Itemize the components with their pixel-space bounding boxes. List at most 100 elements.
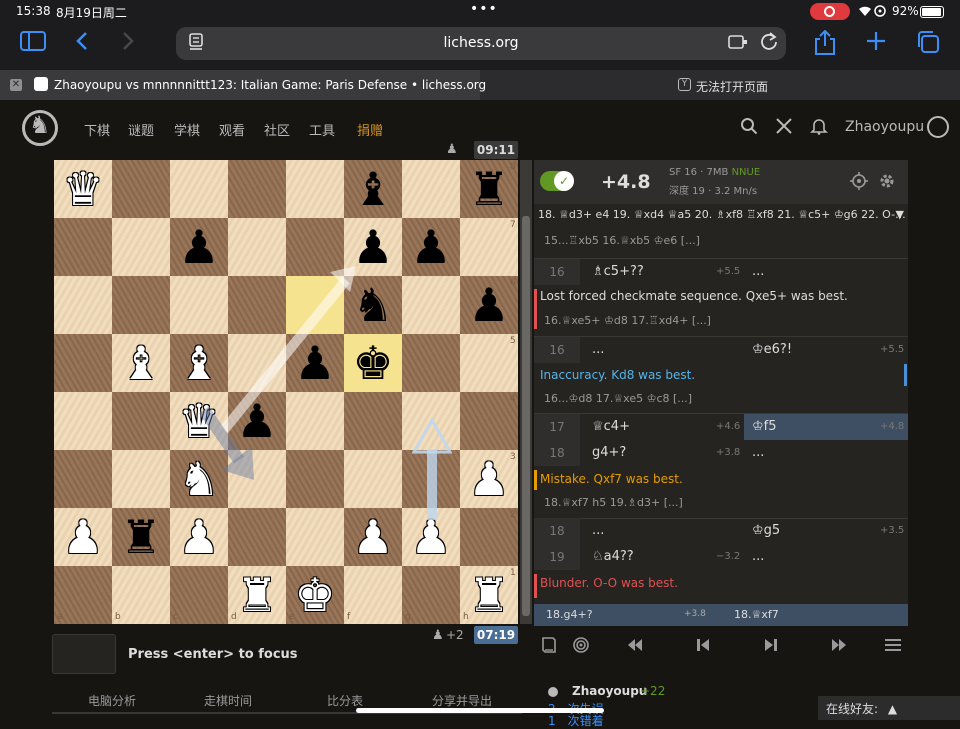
scroll-thumb[interactable] [522,216,530,616]
piece-c2[interactable]: ♟ [170,508,228,566]
tab-move-times[interactable]: 走棋时间 [204,692,252,709]
notification-bell-icon[interactable] [810,117,828,140]
piece-a2[interactable]: ♟ [54,508,112,566]
sideline[interactable]: 16.♕xe5+ ♔d8 17.♖xd4+ [...] [534,314,908,327]
piece-f6[interactable]: ♞ [344,276,402,334]
crosshair-icon[interactable] [850,172,868,194]
square-g3[interactable] [402,450,460,508]
piece-h6[interactable]: ♟ [460,276,518,334]
tab-computer-analysis[interactable]: 电脑分析 [88,692,136,709]
square-a5[interactable] [54,334,112,392]
square-b4[interactable] [112,392,170,450]
line-move-b[interactable]: 18.♕xf7 [734,608,779,621]
square-d3[interactable] [228,450,286,508]
square-b8[interactable] [112,160,170,218]
square-f3[interactable] [344,450,402,508]
menu-icon[interactable] [884,636,902,659]
player-name[interactable]: Zhaoyoupu [572,684,647,698]
piece-d1[interactable]: ♜ [228,566,286,624]
back-icon[interactable] [74,30,90,58]
home-indicator[interactable] [356,708,604,713]
address-bar[interactable]: lichess.org [176,27,786,60]
first-move-icon[interactable] [626,636,644,659]
piece-c5[interactable]: ♝ [170,334,228,392]
piece-e5[interactable]: ♟ [286,334,344,392]
chevron-down-icon[interactable]: ▼ [896,208,904,221]
piece-h3[interactable]: ♟ [460,450,518,508]
piece-h1[interactable]: ♜ [460,566,518,624]
screen-record-icon[interactable] [810,3,850,20]
square-a1[interactable] [54,566,112,624]
square-a7[interactable] [54,218,112,276]
next-move-icon[interactable] [762,636,780,659]
move-black[interactable]: ... [752,544,764,570]
prev-move-icon[interactable] [694,636,712,659]
online-friends[interactable]: 在线好友: ▲ [818,696,960,720]
current-line-bar[interactable]: 18.g4+? +3.8 18.♕xf7 [534,604,908,626]
square-g8[interactable] [402,160,460,218]
nav-tools[interactable]: 工具 [309,120,335,139]
move-white[interactable]: ♘a4?? [592,544,634,570]
square-b7[interactable] [112,218,170,276]
sideline[interactable]: 18.♕xf7 h5 19.♗d3+ [...] [534,496,908,509]
piece-c4[interactable]: ♛ [170,392,228,450]
move-black[interactable]: ... [752,259,764,285]
mistake-count[interactable]: 1 次错着 [548,712,604,729]
square-d6[interactable] [228,276,286,334]
nav-learn[interactable]: 学棋 [174,120,200,139]
reload-icon[interactable] [760,31,778,56]
square-e6[interactable] [286,276,344,334]
book-icon[interactable] [540,636,558,659]
square-d8[interactable] [228,160,286,218]
piece-f2[interactable]: ♟ [344,508,402,566]
piece-f7[interactable]: ♟ [344,218,402,276]
tab-crosstable[interactable]: 比分表 [327,692,363,709]
square-g6[interactable] [402,276,460,334]
lichess-logo-icon[interactable] [22,110,58,146]
square-a6[interactable] [54,276,112,334]
square-b6[interactable] [112,276,170,334]
square-d5[interactable] [228,334,286,392]
move-black[interactable]: ... [752,440,764,466]
gear-icon[interactable] [878,172,896,194]
sideline[interactable]: 16...♔d8 17.♕xe5 ♔c8 [...] [534,392,908,405]
piece-b2[interactable]: ♜ [112,508,170,566]
line-move-a[interactable]: 18.g4+? [546,608,593,621]
piece-c3[interactable]: ♞ [170,450,228,508]
new-tab-icon[interactable] [865,30,887,58]
move-list[interactable]: 15...♖xb5 16.♕xb5 ♔e6 [...] 16 ♗c5+?? +5… [534,226,908,604]
nav-watch[interactable]: 观看 [219,120,245,139]
nav-community[interactable]: 社区 [264,120,290,139]
nav-play[interactable]: 下棋 [84,120,110,139]
keyboard-move-input[interactable] [52,634,116,674]
piece-a8[interactable]: ♛ [54,160,112,218]
tab-share-export[interactable]: 分享并导出 [432,692,492,709]
user-avatar-icon[interactable] [927,116,949,138]
square-e4[interactable] [286,392,344,450]
move-white[interactable]: ♕c4+ [592,414,630,440]
move-white[interactable]: ... [592,337,604,363]
target-icon[interactable] [572,636,590,659]
piece-b5[interactable]: ♝ [112,334,170,392]
move-black[interactable]: ♔f5 [752,414,777,440]
square-a3[interactable] [54,450,112,508]
multitask-dots-icon[interactable]: ••• [470,1,498,17]
nav-donate[interactable]: 捐赠 [357,120,383,139]
sideline[interactable]: 15...♖xb5 16.♕xb5 ♔e6 [...] [534,234,908,247]
move-white[interactable]: ♗c5+?? [592,259,644,285]
forward-icon[interactable] [120,30,136,58]
move-black[interactable]: ♔g5 [752,518,780,544]
piece-d4[interactable]: ♟ [228,392,286,450]
piece-c7[interactable]: ♟ [170,218,228,276]
move-white[interactable]: ... [592,518,604,544]
engine-toggle[interactable] [540,171,574,191]
extension-icon[interactable] [728,33,748,55]
board-scrollbar[interactable] [520,160,532,624]
tabs-overview-icon[interactable] [916,30,940,60]
square-c8[interactable] [170,160,228,218]
close-tab-icon[interactable]: ✕ [10,79,22,91]
square-a4[interactable] [54,392,112,450]
sidebar-icon[interactable] [20,30,46,58]
move-white[interactable]: g4+? [592,440,626,466]
square-f1[interactable] [344,566,402,624]
